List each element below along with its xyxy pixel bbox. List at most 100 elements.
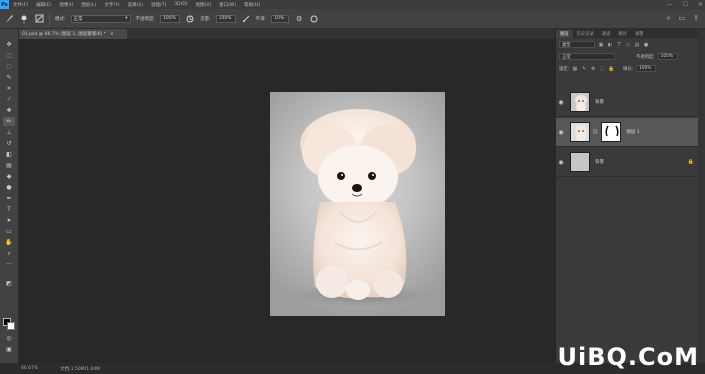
blend-mode-value: 正常 <box>562 54 571 60</box>
tab-paths[interactable]: 路径 <box>614 30 631 38</box>
shape-tool-icon[interactable]: ▭ <box>3 227 15 236</box>
menu-view[interactable]: 视图(V) <box>192 2 216 8</box>
default-colors-icon[interactable]: ◩ <box>3 279 15 288</box>
site-watermark: UiBQ.CoM <box>557 343 699 371</box>
blur-tool-icon[interactable]: ◆ <box>3 172 15 181</box>
menu-filter[interactable]: 滤镜(T) <box>147 2 170 8</box>
tab-history[interactable]: 历史记录 <box>573 30 598 38</box>
pressure-opacity-icon[interactable] <box>185 14 195 24</box>
document-tab[interactable]: 01.psd @ 66.7% (图层 1, 图层蒙版/8) * × <box>19 29 127 39</box>
brush-preset-icon[interactable] <box>19 14 29 24</box>
zoom-level[interactable]: 66.67% <box>21 366 38 371</box>
more-tools-icon[interactable]: ··· <box>3 260 15 269</box>
chain-link-icon[interactable]: ⛓ <box>592 129 598 135</box>
opacity-input-value: 100% <box>163 16 176 21</box>
filter-toggle-icon[interactable]: ● <box>643 42 649 48</box>
fill-label: 填充: <box>623 66 634 72</box>
eye-icon[interactable]: ◉ <box>556 129 566 136</box>
pen-tool-icon[interactable]: ✒ <box>3 194 15 203</box>
canvas-workspace[interactable] <box>19 39 555 363</box>
layer-row-background[interactable]: ◉ 背景 🔒 <box>556 148 699 177</box>
share-icon[interactable]: ⇪ <box>693 14 699 23</box>
lock-transparent-icon[interactable]: ▦ <box>572 66 578 72</box>
gradient-tool-icon[interactable]: ▤ <box>3 161 15 170</box>
tab-layers[interactable]: 图层 <box>556 30 573 38</box>
smart-object-filter-icon[interactable]: ▤ <box>634 42 640 48</box>
blend-mode-select[interactable]: 正常 <box>559 53 615 60</box>
layers-panel: 图层 历史记录 通道 路径 调整 类型 ▣ ◐ T ▭ ▤ ● 正常 不透明度:… <box>555 29 705 363</box>
menu-type[interactable]: 文字(Y) <box>100 2 123 8</box>
eraser-tool-icon[interactable]: ◧ <box>3 150 15 159</box>
quick-select-tool-icon[interactable]: ✎ <box>3 73 15 82</box>
menu-3d[interactable]: 3D(D) <box>170 2 191 7</box>
lock-all-icon[interactable]: 🔒 <box>608 66 614 72</box>
layer-name[interactable]: 背景 <box>595 159 604 165</box>
brush-panel-icon[interactable] <box>34 14 44 24</box>
document-canvas[interactable] <box>270 92 445 316</box>
layer-opacity-input[interactable]: 100% <box>657 53 678 60</box>
lock-position-icon[interactable]: ✥ <box>590 66 596 72</box>
screen-mode-icon[interactable]: ▣ <box>3 345 15 354</box>
tab-adjustments[interactable]: 调整 <box>631 30 648 38</box>
panel-scrollbar[interactable] <box>698 29 705 363</box>
document-size[interactable]: 文档:1.50M/1.04M <box>60 366 100 372</box>
lock-image-icon[interactable]: ✎ <box>581 66 587 72</box>
menu-select[interactable]: 选择(S) <box>124 2 147 8</box>
close-icon[interactable]: ✕ <box>698 1 703 8</box>
lasso-tool-icon[interactable]: ◌ <box>3 62 15 71</box>
brush-tool-icon[interactable] <box>4 14 14 24</box>
pressure-size-icon[interactable] <box>309 14 319 24</box>
airbrush-icon[interactable] <box>241 14 251 24</box>
menu-help[interactable]: 帮助(H) <box>240 2 264 8</box>
shape-filter-icon[interactable]: ▭ <box>625 42 631 48</box>
menu-image[interactable]: 图像(I) <box>55 2 77 8</box>
menu-layer[interactable]: 图层(L) <box>77 2 100 8</box>
gear-icon[interactable]: ⚙ <box>294 14 304 24</box>
layer-name[interactable]: 背景 <box>595 99 604 105</box>
close-tab-icon[interactable]: × <box>110 32 114 37</box>
healing-tool-icon[interactable]: ✚ <box>3 106 15 115</box>
layer-row-selected[interactable]: ◉ ⛓ 图层 1 <box>556 118 699 147</box>
clone-stamp-tool-icon[interactable]: ⊥ <box>3 128 15 137</box>
pixel-filter-icon[interactable]: ▣ <box>598 42 604 48</box>
dodge-tool-icon[interactable]: ● <box>3 183 15 192</box>
lock-icon: 🔒 <box>687 159 694 165</box>
tab-channels[interactable]: 通道 <box>598 30 615 38</box>
layer-filter-row: 类型 ▣ ◐ T ▭ ▤ ● <box>556 40 705 49</box>
minimize-icon[interactable]: — <box>667 1 673 8</box>
layer-name[interactable]: 图层 1 <box>626 129 639 135</box>
quick-mask-icon[interactable]: ◎ <box>3 334 15 343</box>
history-brush-tool-icon[interactable]: ↺ <box>3 139 15 148</box>
flow-input[interactable]: 100% <box>215 14 236 23</box>
path-select-tool-icon[interactable]: ➤ <box>3 216 15 225</box>
document-tab-title: 01.psd @ 66.7% (图层 1, 图层蒙版/8) * <box>22 32 107 37</box>
brush-tool-icon[interactable]: ✏ <box>3 117 15 126</box>
photoshop-logo[interactable]: Ps <box>0 0 9 9</box>
opacity-input[interactable]: 100% <box>160 14 181 23</box>
layer-mask-thumbnail[interactable] <box>601 122 622 142</box>
adjustment-filter-icon[interactable]: ◐ <box>607 42 613 48</box>
workspace-icon[interactable]: ▭ <box>679 14 686 23</box>
zoom-tool-icon[interactable]: ⌕ <box>3 249 15 258</box>
type-tool-icon[interactable]: T <box>3 205 15 214</box>
layer-row-top[interactable]: ◉ 背景 <box>556 88 699 117</box>
menu-edit[interactable]: 编辑(E) <box>32 2 55 8</box>
menu-file[interactable]: 文件(F) <box>9 2 32 8</box>
move-tool-icon[interactable]: ✥ <box>3 40 15 49</box>
lock-artboard-icon[interactable]: ⬚ <box>599 66 605 72</box>
crop-tool-icon[interactable]: ⌗ <box>3 84 15 93</box>
eye-icon[interactable]: ◉ <box>556 99 566 106</box>
layer-kind-select[interactable]: 类型 <box>559 41 595 48</box>
background-color-swatch[interactable] <box>7 322 15 330</box>
fill-input[interactable]: 100% <box>636 65 657 72</box>
mode-select[interactable]: 正常 ▾ <box>70 14 131 23</box>
menu-window[interactable]: 窗口(W) <box>215 2 240 8</box>
type-filter-icon[interactable]: T <box>616 42 622 48</box>
eyedropper-tool-icon[interactable]: ⁄ <box>3 95 15 104</box>
search-icon[interactable]: ⌕ <box>667 14 671 23</box>
maximize-icon[interactable]: ☐ <box>683 1 688 8</box>
eye-icon[interactable]: ◉ <box>556 159 566 166</box>
marquee-tool-icon[interactable]: ⬚ <box>3 51 15 60</box>
hand-tool-icon[interactable]: ✋ <box>3 238 15 247</box>
smoothing-input[interactable]: 10% <box>271 14 290 23</box>
